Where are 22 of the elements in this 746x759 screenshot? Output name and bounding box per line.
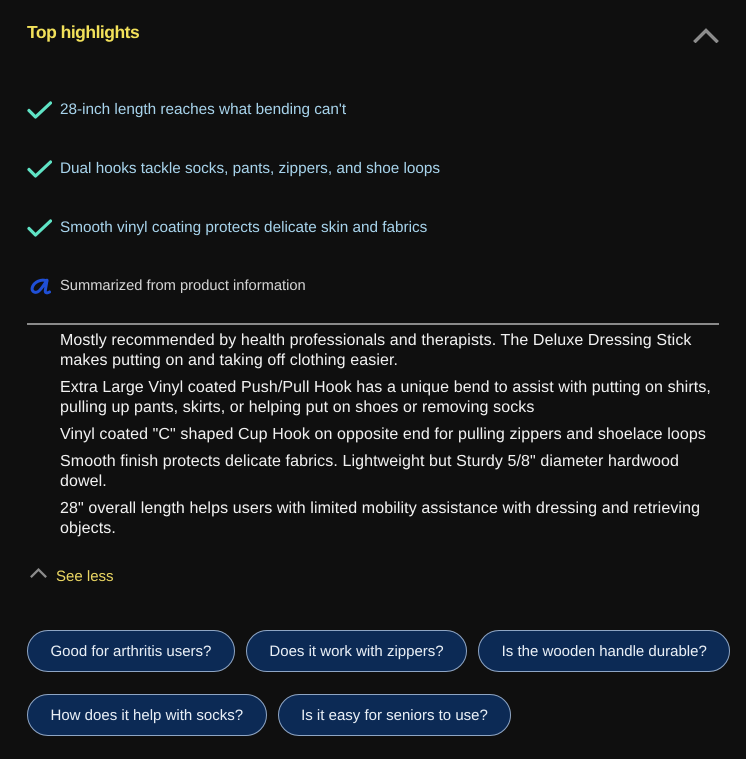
- check-icon: [27, 218, 52, 236]
- check-icon: [27, 100, 52, 118]
- question-chip[interactable]: Is it easy for seniors to use?: [278, 694, 512, 736]
- question-chip[interactable]: Is the wooden handle durable?: [478, 630, 730, 672]
- source-note: Summarized from product information: [60, 277, 306, 296]
- question-chip[interactable]: Good for arthritis users?: [27, 630, 235, 672]
- highlight-text: Dual hooks tackle socks, pants, zippers, and shoe loops: [60, 159, 440, 178]
- chevron-up-icon[interactable]: [693, 27, 719, 43]
- detail-text: Mostly recommended by health professionals and therapists. The Deluxe Dressing Stick makes putting on and taking off clothing easier.: [60, 331, 693, 371]
- detail-text: Extra Large Vinyl coated Push/Pull Hook has a unique bend to assist with putting on shirts, pulling up pants, skirts, or helping put on shoes or removing socks: [60, 378, 712, 418]
- section-title: Top highlights: [27, 21, 140, 43]
- chevron-up-icon[interactable]: [30, 566, 47, 578]
- check-icon: [27, 160, 52, 178]
- see-less-link[interactable]: See less: [56, 566, 114, 586]
- detail-text: Smooth finish protects delicate fabrics. Lightweight but Sturdy 5/8" diameter hardwood dowel.: [60, 452, 680, 492]
- highlight-text: Smooth vinyl coating protects delicate skin and fabrics: [60, 218, 428, 237]
- question-chip[interactable]: How does it help with socks?: [27, 694, 267, 736]
- highlight-text: 28-inch length reaches what bending can't: [60, 100, 346, 119]
- detail-text: 28" overall length helps users with limited mobility assistance with dressing and retrieving objects.: [60, 499, 702, 539]
- alpha-icon: [30, 278, 51, 295]
- detail-text: Vinyl coated "C" shaped Cup Hook on opposite end for pulling zippers and shoelace loops: [60, 425, 707, 445]
- question-chip[interactable]: Does it work with zippers?: [246, 630, 468, 672]
